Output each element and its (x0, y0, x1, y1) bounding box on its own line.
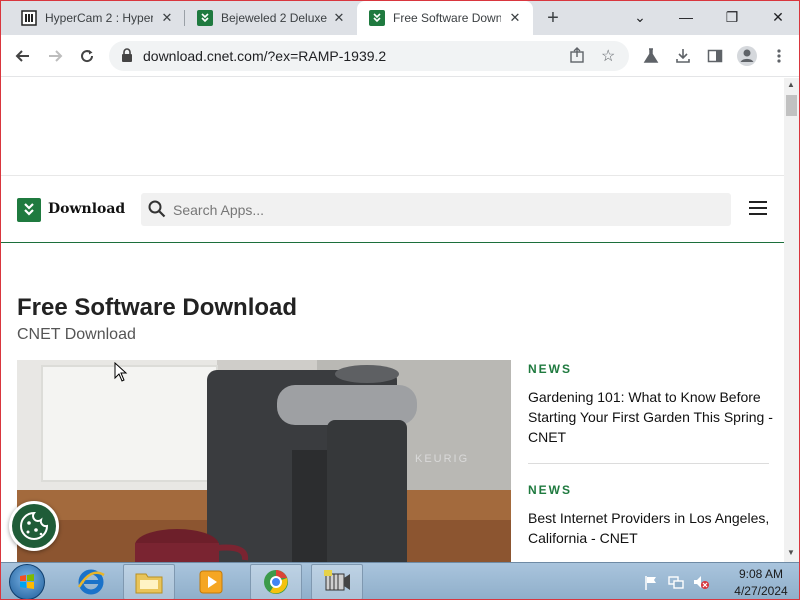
star-icon[interactable]: ☆ (601, 46, 615, 66)
forward-icon[interactable] (43, 44, 67, 68)
media-player-icon[interactable] (185, 564, 237, 599)
news-label: NEWS (528, 362, 572, 376)
hamburger-menu-icon[interactable] (749, 201, 769, 217)
chrome-icon[interactable] (250, 564, 302, 599)
clock-date[interactable]: 4/27/2024 (723, 584, 799, 598)
back-icon[interactable] (11, 44, 35, 68)
tab-bejeweled[interactable]: Bejeweled 2 Deluxe ✕ (185, 1, 357, 35)
volume-muted-icon[interactable] (693, 574, 709, 590)
news-headline-link[interactable]: Gardening 101: What to Know Before Start… (528, 387, 773, 447)
tab-search-button[interactable]: ⌄ (626, 5, 654, 29)
page-subtitle: CNET Download (17, 326, 136, 343)
close-button[interactable]: ✕ (764, 5, 792, 29)
system-tray: 9:08 AM 4/27/2024 (641, 563, 799, 599)
scroll-up-arrow-icon[interactable]: ▲ (787, 80, 795, 89)
profile-icon[interactable] (735, 44, 759, 68)
vertical-scrollbar[interactable]: ▲ ▼ (784, 78, 799, 562)
download-favicon-icon (197, 10, 213, 26)
tab-title: Bejeweled 2 Deluxe (221, 11, 328, 25)
file-explorer-icon[interactable] (123, 564, 175, 599)
search-icon[interactable] (148, 200, 166, 223)
download-icon[interactable] (671, 44, 695, 68)
cookie-settings-button[interactable] (9, 501, 59, 551)
new-tab-button[interactable]: + (542, 7, 564, 29)
news-label: NEWS (528, 483, 572, 497)
tab-close-icon[interactable]: ✕ (507, 10, 523, 26)
scroll-thumb[interactable] (786, 95, 797, 116)
search-bar[interactable] (141, 193, 731, 226)
hypercam-icon[interactable] (311, 564, 363, 599)
site-header: Download (1, 177, 784, 243)
page-title: Free Software Download (17, 294, 298, 321)
windows-taskbar: 9:08 AM 4/27/2024 (1, 562, 799, 599)
tab-title: Free Software Down (393, 11, 501, 25)
svg-text:KEURIG: KEURIG (415, 453, 469, 465)
tab-hypercam[interactable]: HyperCam 2 : Hyper ✕ (9, 1, 185, 35)
restore-button[interactable]: ❐ (718, 5, 746, 29)
internet-explorer-icon[interactable] (65, 564, 117, 599)
hero-image[interactable]: KEURIG (17, 360, 511, 562)
tab-close-icon[interactable]: ✕ (159, 10, 175, 26)
clock-time[interactable]: 9:08 AM (733, 567, 789, 581)
mouse-cursor-icon (114, 361, 128, 387)
download-logo-icon[interactable] (17, 198, 41, 222)
url-text[interactable]: download.cnet.com/?ex=RAMP-1939.2 (143, 48, 386, 64)
site-logo-text[interactable]: Download (48, 201, 125, 217)
tab-strip: HyperCam 2 : Hyper ✕ Bejeweled 2 Deluxe … (1, 1, 799, 35)
start-button[interactable] (9, 564, 45, 599)
reload-icon[interactable] (75, 44, 99, 68)
news-divider (528, 463, 769, 464)
network-icon[interactable] (668, 574, 684, 590)
windows-logo-icon (20, 574, 34, 589)
browser-window: HyperCam 2 : Hyper ✕ Bejeweled 2 Deluxe … (0, 0, 800, 600)
hypercam-favicon-icon (21, 10, 37, 26)
action-center-flag-icon[interactable] (644, 575, 658, 591)
tab-free-software-download[interactable]: Free Software Down ✕ (357, 1, 533, 35)
scroll-down-arrow-icon[interactable]: ▼ (787, 548, 795, 557)
download-favicon-icon (369, 10, 385, 26)
page-viewport: Download Free Software Download CNET Dow… (1, 78, 799, 562)
labs-icon[interactable] (639, 44, 663, 68)
ad-banner-area (1, 78, 784, 176)
news-headline-link[interactable]: Best Internet Providers in Los Angeles, … (528, 508, 773, 548)
tab-title: HyperCam 2 : Hyper (45, 11, 153, 25)
minimize-button[interactable]: — (672, 5, 700, 29)
address-bar[interactable]: download.cnet.com/?ex=RAMP-1939.2 ☆ (109, 41, 629, 71)
browser-toolbar: download.cnet.com/?ex=RAMP-1939.2 ☆ (1, 35, 799, 77)
kebab-menu-icon[interactable] (767, 44, 791, 68)
share-icon[interactable] (569, 47, 585, 68)
lock-icon[interactable] (121, 48, 133, 68)
tab-close-icon[interactable]: ✕ (331, 10, 347, 26)
search-input[interactable] (173, 193, 713, 226)
sidepanel-icon[interactable] (703, 44, 727, 68)
cookie-icon (20, 511, 49, 540)
